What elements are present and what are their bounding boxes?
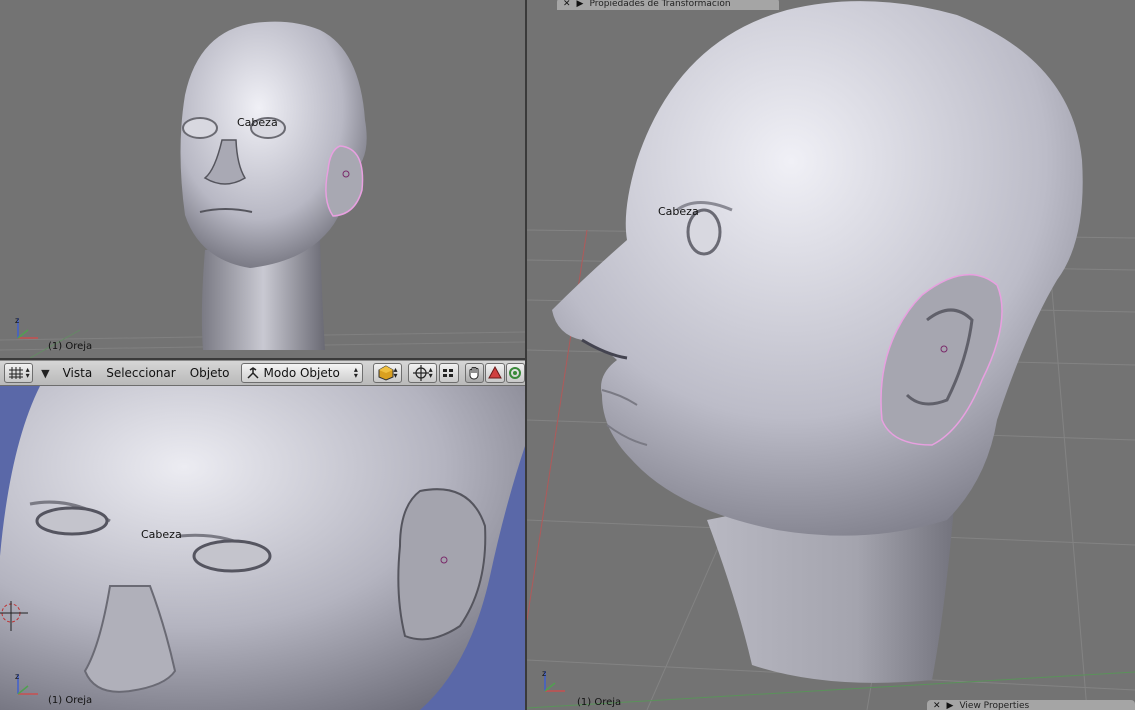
viewport-status: (1) Oreja (48, 341, 93, 352)
head-shape (552, 1, 1083, 536)
svg-text:z: z (15, 672, 19, 681)
menu-objeto[interactable]: Objeto (183, 366, 237, 380)
viewport-top-left[interactable]: Cabeza z (1) Oreja (0, 0, 525, 358)
updown-arrows-icon: ▴ ▾ (25, 365, 30, 380)
head-closeup-view[interactable] (0, 386, 525, 710)
view-properties-panel-header[interactable]: ✕ ▶ View Properties (927, 700, 1135, 710)
svg-text:z: z (542, 669, 546, 678)
grid-icon (8, 367, 23, 379)
draw-type-button[interactable]: ▴ ▾ (372, 363, 403, 383)
rotate-circle-icon (509, 367, 522, 379)
close-icon[interactable]: ✕ (933, 701, 941, 710)
solid-cube-icon (378, 365, 393, 381)
head-front-view[interactable] (0, 0, 525, 358)
snap-button[interactable] (439, 363, 459, 383)
viewport-status: (1) Oreja (48, 695, 93, 706)
collapse-arrow-icon[interactable]: ▶ (577, 0, 584, 9)
axis-gizmo: z (542, 669, 565, 692)
object-label-cabeza: Cabeza (141, 528, 182, 541)
manipulator-translate-button[interactable] (485, 363, 505, 383)
view-properties-title: View Properties (959, 701, 1030, 710)
updown-arrows-icon: ▴ ▾ (353, 365, 358, 380)
collapse-arrow-icon[interactable]: ▶ (947, 701, 954, 710)
ear-selected (325, 145, 364, 217)
axis-gizmo: z (15, 316, 38, 339)
pivot-crosshair-icon (412, 365, 429, 381)
object-label-cabeza: Cabeza (658, 205, 699, 218)
svg-text:z: z (15, 316, 19, 325)
pivot-button[interactable]: ▴ ▾ (408, 363, 438, 383)
snap-icon (442, 369, 453, 377)
translate-arrow-icon (488, 366, 502, 379)
collapse-menu-icon[interactable]: ▼ (41, 367, 49, 380)
head-shape (180, 21, 367, 268)
close-icon[interactable]: ✕ (563, 0, 571, 9)
transform-properties-title: Propiedades de Transformación (589, 0, 731, 9)
object-label-cabeza: Cabeza (237, 116, 278, 129)
menu-vista[interactable]: Vista (56, 366, 100, 380)
viewport-status: (1) Oreja (577, 697, 622, 708)
mode-select[interactable]: Modo Objeto ▴ ▾ (240, 363, 363, 383)
viewport-right[interactable]: Cabeza z (1) Oreja ✕ ▶ Propiedades de Tr… (527, 0, 1135, 710)
updown-arrows-icon: ▴ ▾ (393, 365, 398, 380)
viewport-header-toolbar: ▴ ▾ ▼ Vista Seleccionar Objeto Modo Objet… (0, 360, 526, 386)
mode-select-label: Modo Objeto (263, 366, 340, 380)
view-type-button[interactable]: ▴ ▾ (4, 363, 34, 383)
manipulator-toggle-button[interactable] (464, 363, 485, 383)
hand-icon (469, 367, 479, 380)
object-mode-icon (246, 367, 259, 379)
head-perspective-view[interactable] (527, 0, 1135, 710)
menu-seleccionar[interactable]: Seleccionar (99, 366, 182, 380)
viewport-bottom-left[interactable]: Cabeza z (1) Oreja (0, 386, 525, 710)
axis-gizmo: z (15, 672, 38, 695)
transform-properties-panel-header[interactable]: ✕ ▶ Propiedades de Transformación (557, 0, 779, 10)
manipulator-rotate-button[interactable] (505, 363, 526, 383)
updown-arrows-icon: ▴ ▾ (428, 365, 433, 380)
